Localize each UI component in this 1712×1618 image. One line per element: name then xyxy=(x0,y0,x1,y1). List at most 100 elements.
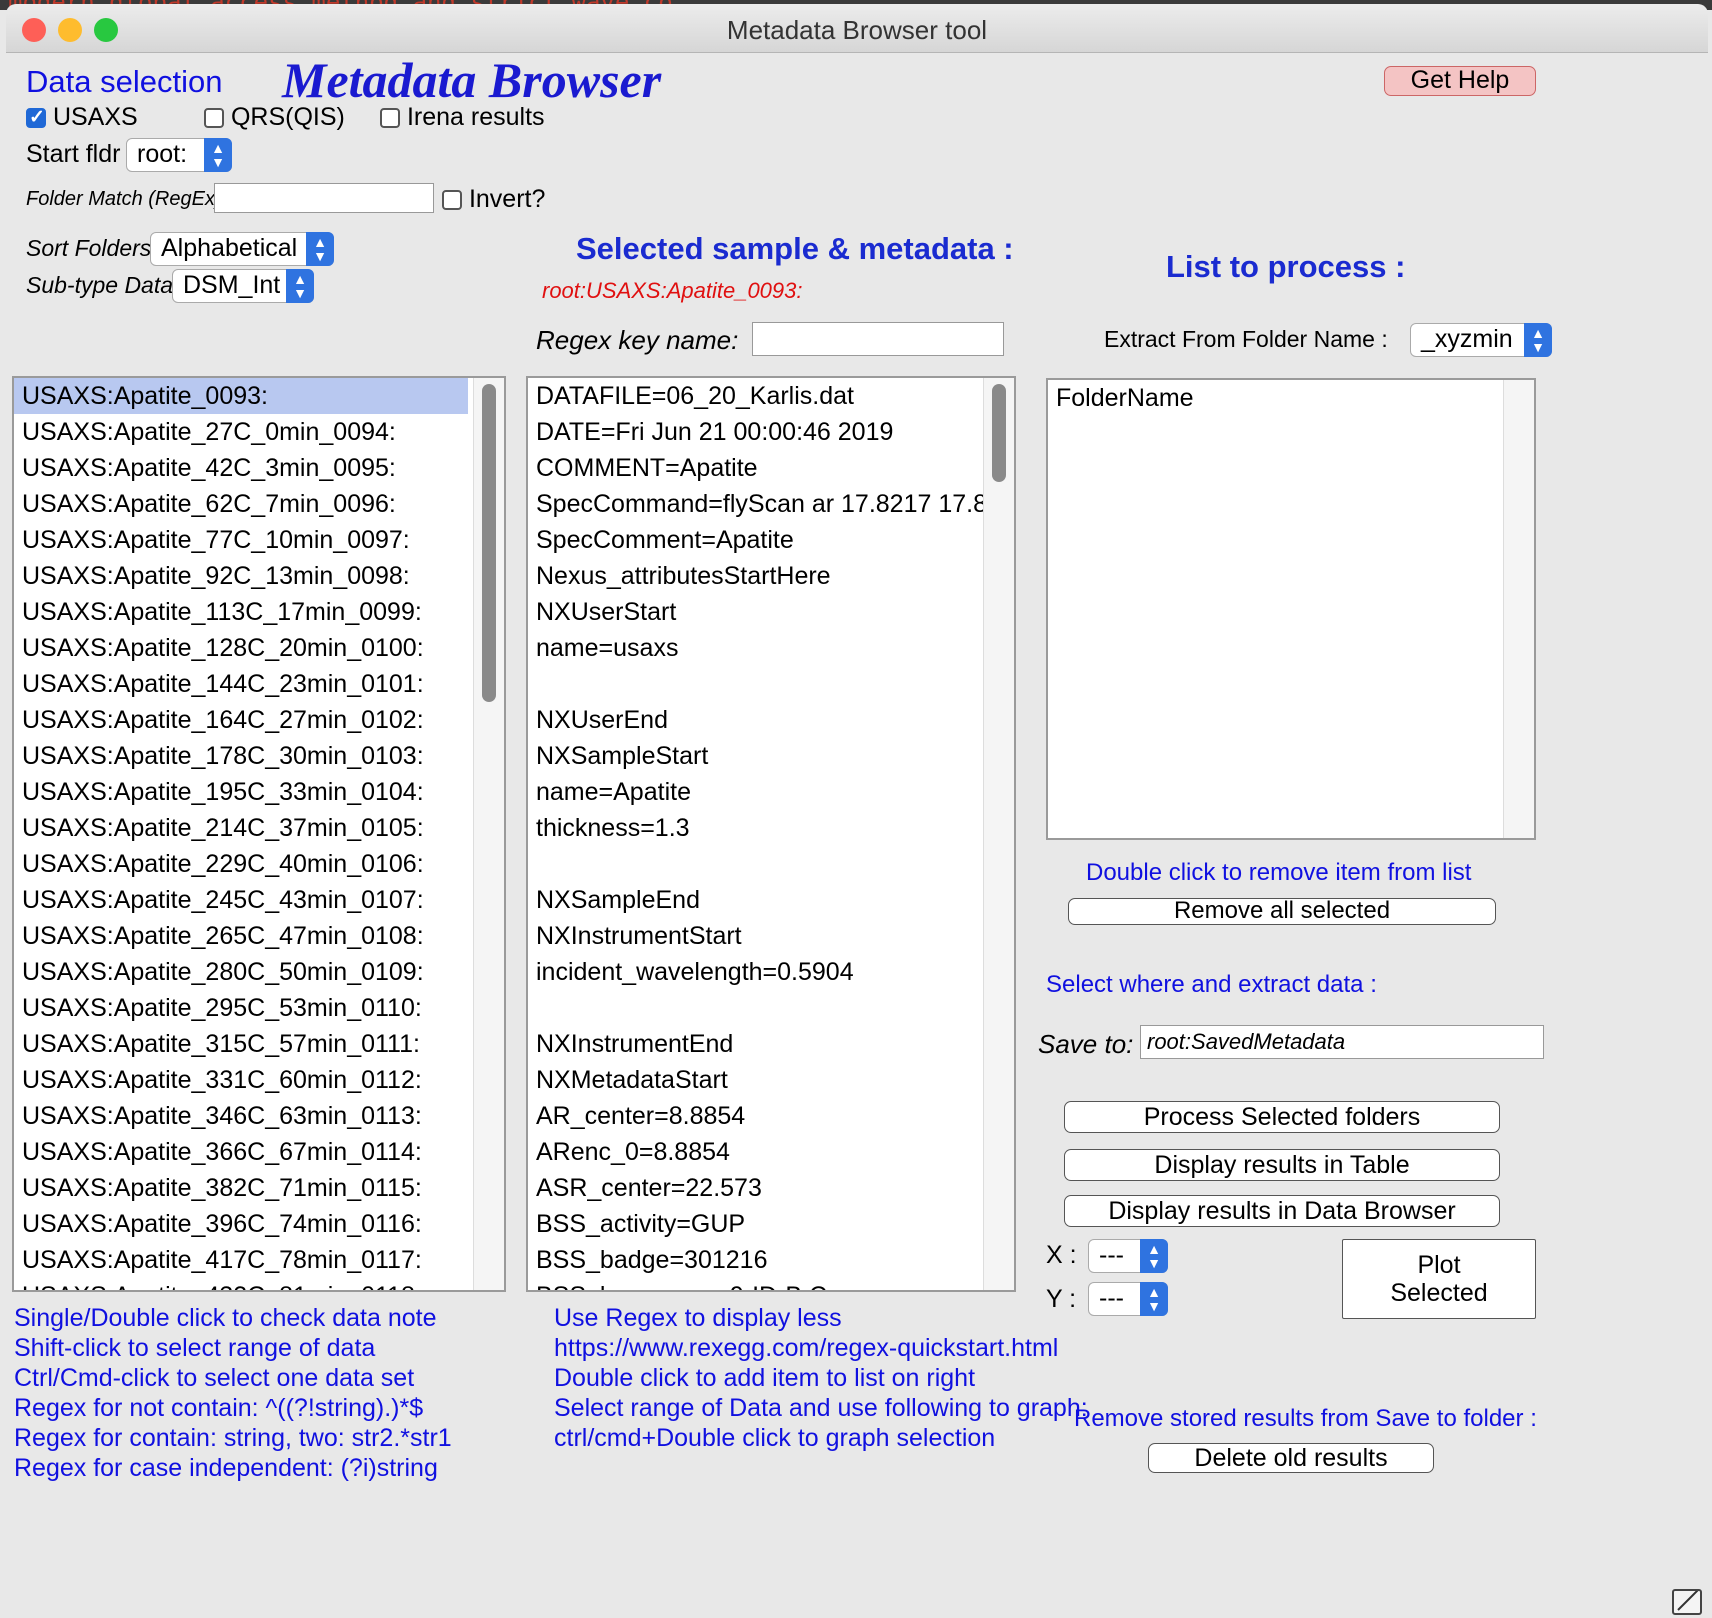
metadata-list-item[interactable]: NXUserStart xyxy=(528,594,1014,630)
folder-list-item[interactable]: USAXS:Apatite_280C_50min_0109: xyxy=(14,954,504,990)
process-listbox[interactable]: FolderName xyxy=(1046,378,1536,840)
folder-list-item[interactable]: USAXS:Apatite_366C_67min_0114: xyxy=(14,1134,504,1170)
metadata-list-item[interactable]: BSS_badge=301216 xyxy=(528,1242,1014,1278)
metadata-list-scrollbar[interactable] xyxy=(983,378,1014,1290)
scroll-thumb[interactable] xyxy=(482,384,496,702)
x-axis-select[interactable]: --- ▲ ▼ xyxy=(1088,1239,1168,1273)
app-title: Metadata Browser xyxy=(282,52,662,108)
subtype-select[interactable]: DSM_Int ▲ ▼ xyxy=(172,269,314,303)
help-line: Single/Double click to check data note xyxy=(14,1304,437,1332)
metadata-list-item[interactable]: NXInstrumentEnd xyxy=(528,1026,1014,1062)
metadata-list-item[interactable]: DATAFILE=06_20_Karlis.dat xyxy=(528,378,1014,414)
start-fldr-select[interactable]: root: ▲ ▼ xyxy=(126,138,232,172)
save-to-label: Save to: xyxy=(1038,1029,1134,1059)
folder-list-scrollbar[interactable] xyxy=(473,378,504,1290)
process-list-scrollbar[interactable] xyxy=(1503,380,1534,838)
folder-list-item[interactable]: USAXS:Apatite_265C_47min_0108: xyxy=(14,918,504,954)
folder-listbox[interactable]: USAXS:Apatite_0093: USAXS:Apatite_27C_0mi… xyxy=(12,376,506,1292)
metadata-list-item[interactable]: ASR_center=22.573 xyxy=(528,1170,1014,1206)
metadata-list-item[interactable]: BSS_bss_name=9-ID-B,C xyxy=(528,1278,1014,1290)
folder-list-item[interactable]: USAXS:Apatite_229C_40min_0106: xyxy=(14,846,504,882)
metadata-list-item[interactable] xyxy=(528,990,1014,1026)
delete-old-results-button[interactable]: Delete old results xyxy=(1148,1443,1434,1473)
folder-list-item[interactable]: USAXS:Apatite_164C_27min_0102: xyxy=(14,702,504,738)
metadata-list-item[interactable]: incident_wavelength=0.5904 xyxy=(528,954,1014,990)
help-line: Shift-click to select range of data xyxy=(14,1334,376,1362)
metadata-list-item[interactable]: ARenc_0=8.8854 xyxy=(528,1134,1014,1170)
folder-list-item[interactable]: USAXS:Apatite_144C_23min_0101: xyxy=(14,666,504,702)
display-results-data-browser-button[interactable]: Display results in Data Browser xyxy=(1064,1195,1500,1227)
sort-folders-select[interactable]: Alphabetical ▲ ▼ xyxy=(150,232,334,266)
folder-list-item[interactable]: USAXS:Apatite_113C_17min_0099: xyxy=(14,594,504,630)
resize-grip-icon[interactable] xyxy=(1672,1589,1702,1615)
display-results-table-button[interactable]: Display results in Table xyxy=(1064,1149,1500,1181)
metadata-list-item[interactable] xyxy=(528,666,1014,702)
folder-list-item[interactable]: USAXS:Apatite_295C_53min_0110: xyxy=(14,990,504,1026)
metadata-list-item[interactable] xyxy=(528,846,1014,882)
folder-list-item[interactable]: USAXS:Apatite_396C_74min_0116: xyxy=(14,1206,504,1242)
folder-list-item[interactable]: USAXS:Apatite_214C_37min_0105: xyxy=(14,810,504,846)
scroll-thumb[interactable] xyxy=(992,384,1006,482)
folder-list-item[interactable]: USAXS:Apatite_92C_13min_0098: xyxy=(14,558,504,594)
folder-list-item[interactable]: USAXS:Apatite_128C_20min_0100: xyxy=(14,630,504,666)
folder-list-item[interactable]: USAXS:Apatite_245C_43min_0107: xyxy=(14,882,504,918)
folder-list-item[interactable]: USAXS:Apatite_178C_30min_0103: xyxy=(14,738,504,774)
irena-results-checkbox[interactable]: Irena results xyxy=(380,103,545,132)
remove-stored-results-label: Remove stored results from Save to folde… xyxy=(1074,1405,1537,1432)
metadata-listbox[interactable]: DATAFILE=06_20_Karlis.dat DATE=Fri Jun 21… xyxy=(526,376,1016,1292)
metadata-list-item[interactable]: AR_center=8.8854 xyxy=(528,1098,1014,1134)
metadata-list-item[interactable]: SpecCommand=flyScan ar 17.8217 17.82 xyxy=(528,486,1014,522)
regex-key-input[interactable] xyxy=(752,322,1004,356)
metadata-list-item[interactable]: NXSampleStart xyxy=(528,738,1014,774)
save-to-input[interactable]: root:SavedMetadata xyxy=(1140,1025,1544,1059)
folder-match-input[interactable] xyxy=(214,183,434,213)
y-axis-value: --- xyxy=(1099,1284,1124,1312)
folder-list-item[interactable]: USAXS:Apatite_382C_71min_0115: xyxy=(14,1170,504,1206)
metadata-list-item[interactable]: NXUserEnd xyxy=(528,702,1014,738)
y-axis-select[interactable]: --- ▲ ▼ xyxy=(1088,1282,1168,1316)
sort-folders-label: Sort Folders xyxy=(26,235,152,261)
checkbox-unchecked-icon[interactable] xyxy=(380,108,400,128)
plot-selected-button[interactable]: Plot Selected xyxy=(1342,1239,1536,1319)
folder-list-item[interactable]: USAXS:Apatite_42C_3min_0095: xyxy=(14,450,504,486)
metadata-list-item[interactable]: NXMetadataStart xyxy=(528,1062,1014,1098)
process-selected-label: Process Selected folders xyxy=(1143,1103,1421,1131)
checkbox-unchecked-icon[interactable] xyxy=(442,190,462,210)
folder-list-item[interactable]: USAXS:Apatite_27C_0min_0094: xyxy=(14,414,504,450)
extract-folder-select[interactable]: _xyzmin ▲ ▼ xyxy=(1410,323,1552,357)
folder-list-item[interactable]: USAXS:Apatite_331C_60min_0112: xyxy=(14,1062,504,1098)
process-list-item[interactable]: FolderName xyxy=(1048,380,1534,416)
folder-list-item[interactable]: USAXS:Apatite_346C_63min_0113: xyxy=(14,1098,504,1134)
x-axis-label: X : xyxy=(1046,1241,1077,1269)
process-selected-folders-button[interactable]: Process Selected folders xyxy=(1064,1101,1500,1133)
remove-all-selected-button[interactable]: Remove all selected xyxy=(1068,898,1496,925)
folder-list-item[interactable]: USAXS:Apatite_195C_33min_0104: xyxy=(14,774,504,810)
metadata-list-item[interactable]: DATE=Fri Jun 21 00:00:46 2019 xyxy=(528,414,1014,450)
help-line: Regex for not contain: ^((?!string).)*$ xyxy=(14,1394,424,1422)
metadata-list-item[interactable]: BSS_activity=GUP xyxy=(528,1206,1014,1242)
invert-checkbox[interactable]: Invert? xyxy=(442,185,545,214)
metadata-list-item[interactable]: Nexus_attributesStartHere xyxy=(528,558,1014,594)
folder-list-item[interactable]: USAXS:Apatite_77C_10min_0097: xyxy=(14,522,504,558)
folder-list-item[interactable]: USAXS:Apatite_315C_57min_0111: xyxy=(14,1026,504,1062)
metadata-list-item[interactable]: NXInstrumentStart xyxy=(528,918,1014,954)
usaxs-checkbox[interactable]: USAXS xyxy=(26,103,138,132)
checkbox-unchecked-icon[interactable] xyxy=(204,108,224,128)
metadata-list-item[interactable]: name=Apatite xyxy=(528,774,1014,810)
checkbox-checked-icon[interactable] xyxy=(26,106,46,129)
metadata-list-item[interactable]: COMMENT=Apatite xyxy=(528,450,1014,486)
help-line: Double click to add item to list on righ… xyxy=(554,1364,976,1392)
folder-list-item[interactable]: USAXS:Apatite_0093: xyxy=(14,378,468,414)
metadata-list-item[interactable]: thickness=1.3 xyxy=(528,810,1014,846)
delete-old-results-label: Delete old results xyxy=(1194,1444,1388,1472)
data-selection-label: Data selection xyxy=(26,64,223,99)
metadata-list-item[interactable]: SpecComment=Apatite xyxy=(528,522,1014,558)
folder-list-item[interactable]: USAXS:Apatite_62C_7min_0096: xyxy=(14,486,504,522)
metadata-list-item[interactable]: name=usaxs xyxy=(528,630,1014,666)
qrs-checkbox[interactable]: QRS(QIS) xyxy=(204,103,345,132)
metadata-list-item[interactable]: NXSampleEnd xyxy=(528,882,1014,918)
get-help-button[interactable]: Get Help xyxy=(1384,66,1536,96)
folder-list-item[interactable]: USAXS:Apatite_432C_81min_0118: xyxy=(14,1278,504,1290)
title-bar[interactable]: Metadata Browser tool xyxy=(6,4,1708,53)
folder-list-item[interactable]: USAXS:Apatite_417C_78min_0117: xyxy=(14,1242,504,1278)
